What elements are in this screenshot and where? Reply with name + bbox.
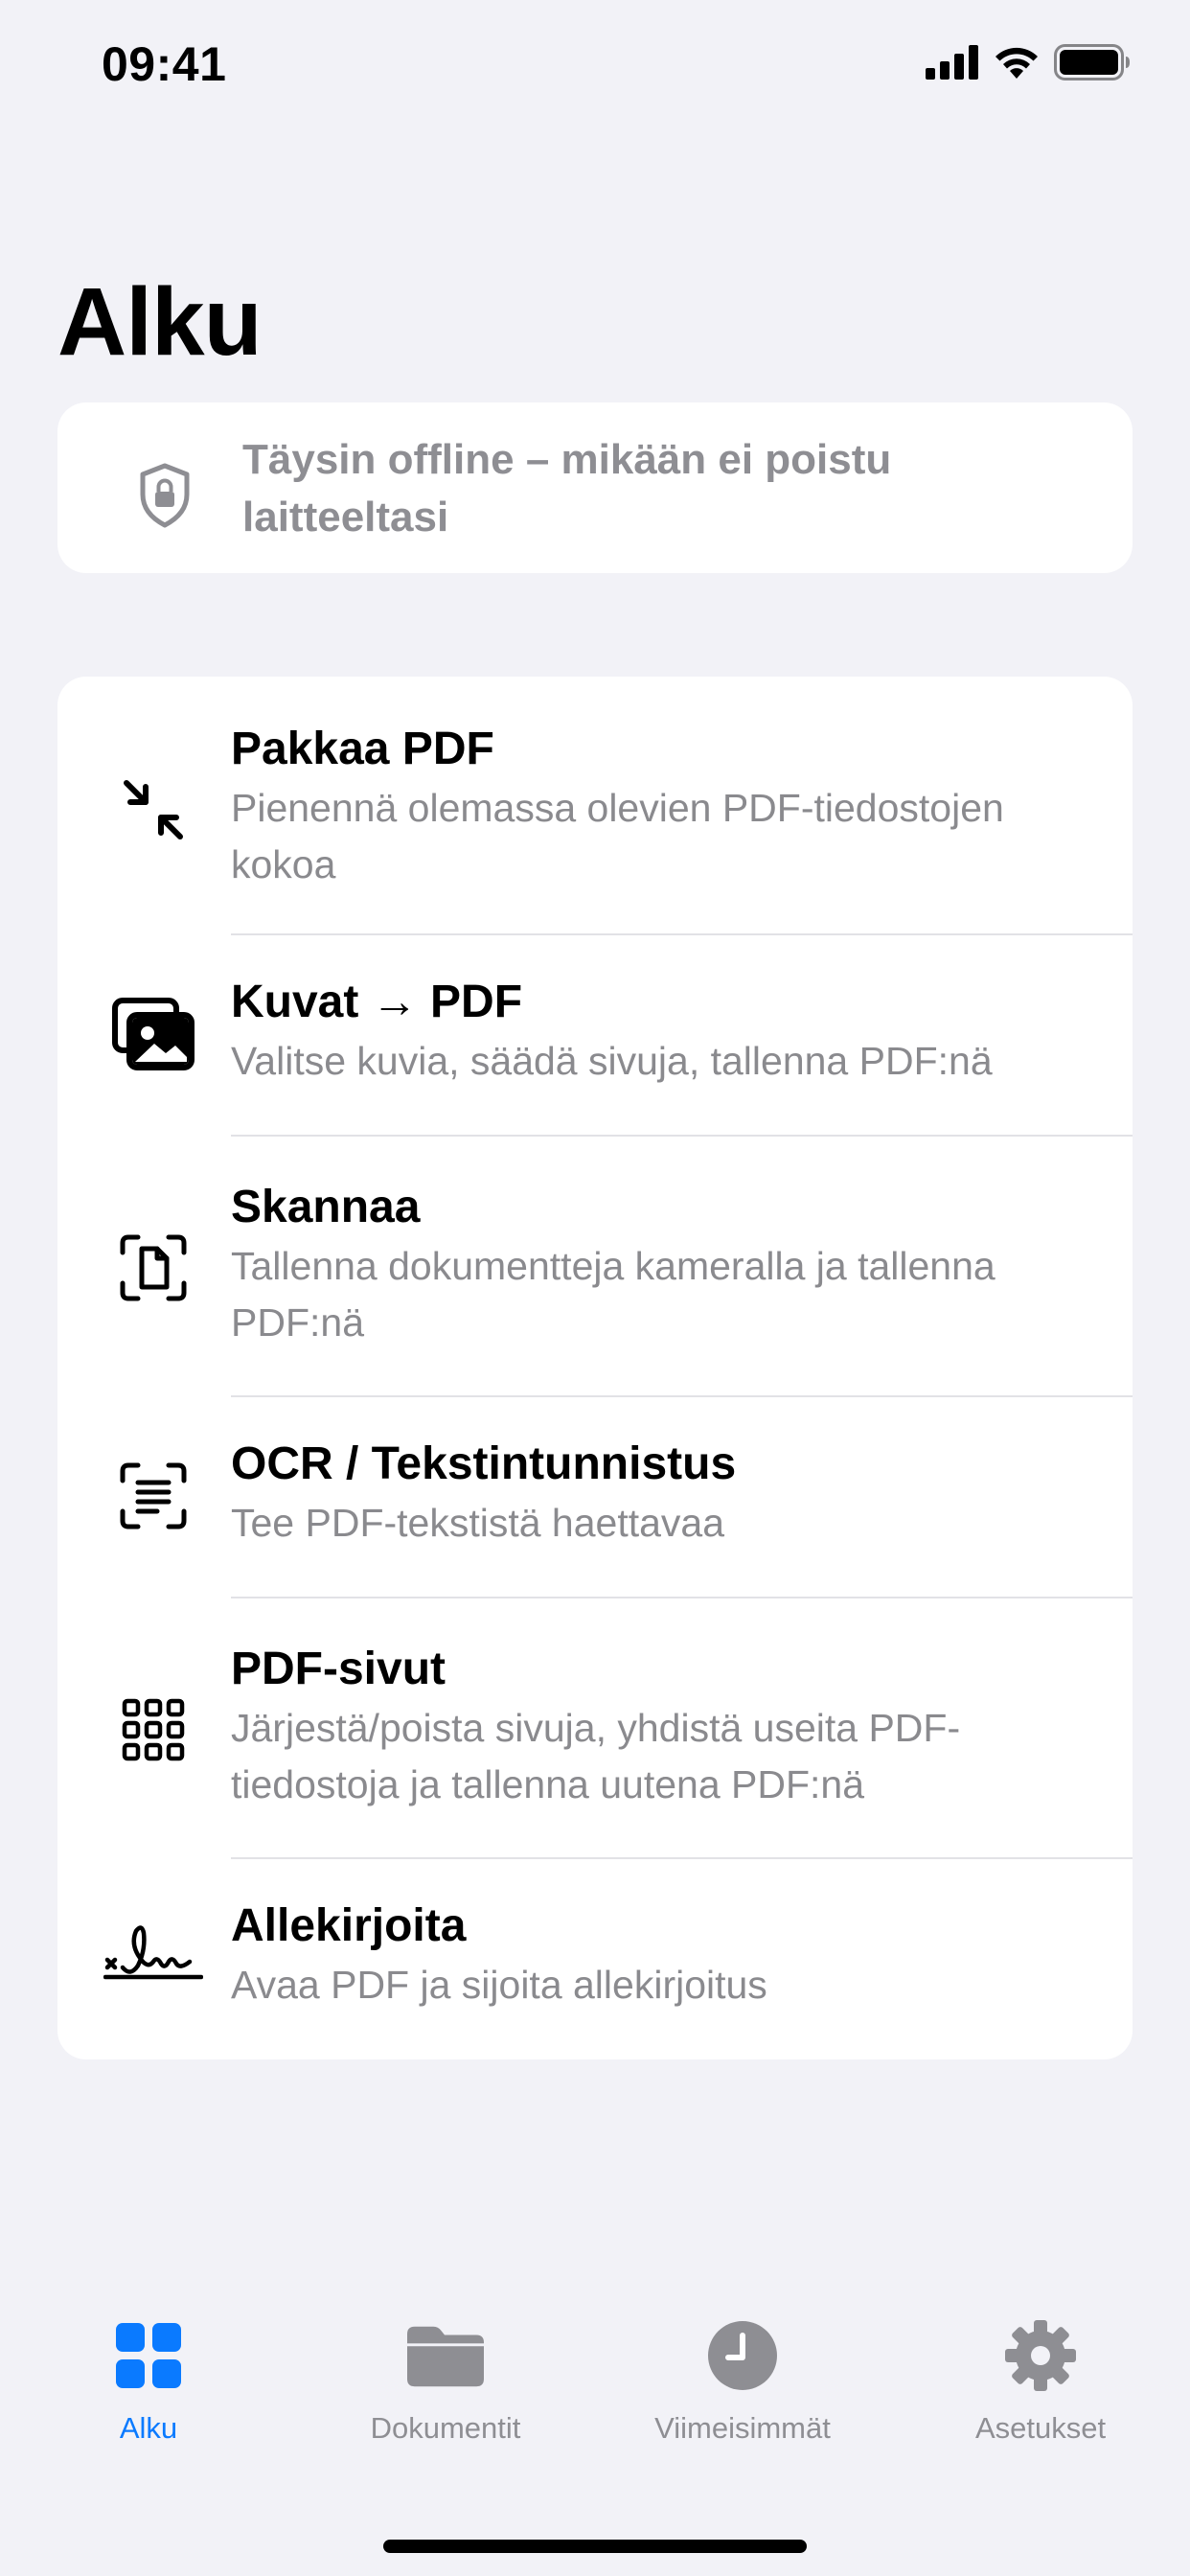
text-viewfinder-icon [110, 1453, 196, 1539]
tool-title: Kuvat → PDF [231, 977, 523, 1027]
folder-icon [407, 2317, 484, 2394]
tab-dokumentit[interactable]: Dokumentit [302, 2317, 589, 2461]
tool-title: Skannaa [231, 1182, 421, 1232]
tab-bar: Alku Dokumentit Viimeisimmät Asetukset [0, 2281, 1190, 2576]
tool-title: PDF-sivut [231, 1644, 446, 1694]
clock-icon [704, 2317, 781, 2394]
wifi-icon [995, 47, 1038, 79]
tab-label: Viimeisimmät [654, 2411, 831, 2445]
document-scanner-icon [110, 1225, 196, 1311]
grid-squares-icon [110, 2317, 187, 2394]
photos-icon [110, 991, 196, 1077]
status-time: 09:41 [102, 37, 227, 91]
tab-label: Asetukset [974, 2411, 1107, 2445]
tool-row-pdf-pages[interactable]: PDF-sivut Järjestä/poista sivuja, yhdist… [57, 1598, 1133, 1859]
status-bar: 09:41 [0, 0, 1190, 134]
compress-arrows-icon [110, 767, 196, 853]
tool-subtitle: Pienennä olemassa olevien PDF-tiedostoje… [231, 786, 1004, 886]
signature-icon [103, 1915, 203, 2001]
tool-row-images-to-pdf[interactable]: Kuvat → PDF Valitse kuvia, säädä sivuja,… [57, 935, 1133, 1137]
tool-subtitle: Avaa PDF ja sijoita allekirjoitus [231, 1963, 767, 2007]
grid-icon [110, 1687, 196, 1773]
tab-label: Dokumentit [370, 2411, 521, 2445]
tool-title: Allekirjoita [231, 1900, 467, 1951]
tab-viimeisimmat[interactable]: Viimeisimmät [599, 2317, 886, 2461]
gear-icon [1002, 2317, 1079, 2394]
tool-subtitle: Valitse kuvia, säädä sivuja, tallenna PD… [231, 1039, 993, 1083]
lock-shield-icon [126, 456, 203, 533]
tools-list: Pakkaa PDF Pienennä olemassa olevien PDF… [57, 677, 1133, 2059]
cellular-signal-icon [926, 45, 978, 80]
tab-alku[interactable]: Alku [5, 2317, 292, 2461]
status-icons [926, 44, 1131, 80]
battery-icon [1054, 44, 1130, 80]
tool-subtitle: Tallenna dokumentteja kameralla ja talle… [231, 1244, 995, 1345]
tool-subtitle: Järjestä/poista sivuja, yhdistä useita P… [231, 1706, 961, 1806]
tool-subtitle: Tee PDF-tekstistä haettavaa [231, 1501, 725, 1545]
tool-row-compress-pdf[interactable]: Pakkaa PDF Pienennä olemassa olevien PDF… [57, 677, 1133, 935]
tool-row-scan[interactable]: Skannaa Tallenna dokumentteja kameralla … [57, 1137, 1133, 1397]
tool-title: Pakkaa PDF [231, 724, 494, 774]
tool-row-sign[interactable]: Allekirjoita Avaa PDF ja sijoita allekir… [57, 1859, 1133, 2059]
home-indicator[interactable] [383, 2540, 807, 2553]
page-title: Alku [57, 268, 263, 376]
tab-label: Alku [119, 2411, 178, 2445]
offline-notice-text: Täysin offline – mikään ei poistu laitte… [242, 436, 892, 540]
tool-row-ocr[interactable]: OCR / Tekstintunnistus Tee PDF-tekstistä… [57, 1397, 1133, 1598]
tab-asetukset[interactable]: Asetukset [897, 2317, 1184, 2461]
offline-notice-card: Täysin offline – mikään ei poistu laitte… [57, 402, 1133, 573]
tool-title: OCR / Tekstintunnistus [231, 1438, 737, 1489]
